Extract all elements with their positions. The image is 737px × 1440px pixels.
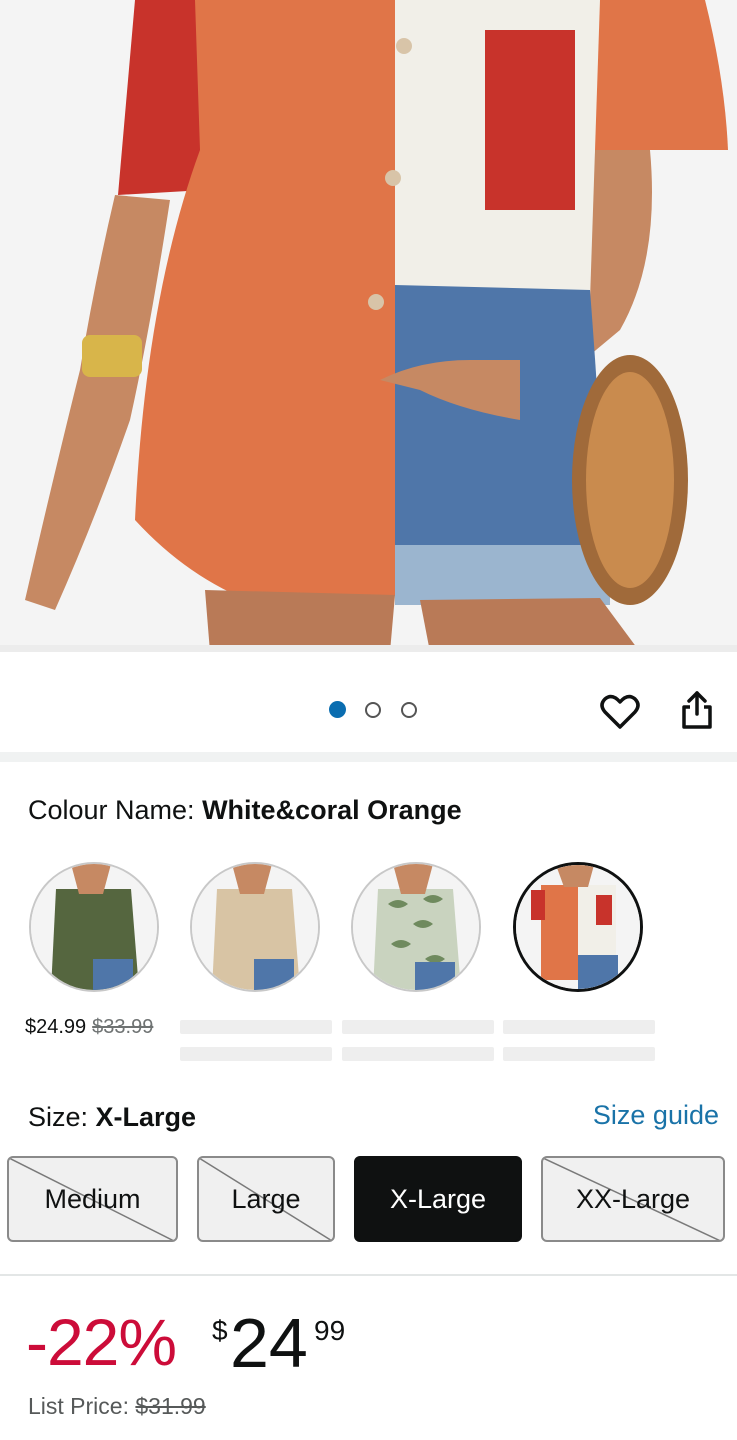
size-guide-link[interactable]: Size guide <box>593 1100 719 1131</box>
colour-swatch-green-leaf[interactable] <box>351 862 481 992</box>
size-option-label: X-Large <box>389 1183 487 1214</box>
size-option-medium[interactable]: Medium <box>7 1156 178 1242</box>
swatch-current-price: $24.99 <box>25 1016 87 1038</box>
colour-label-prefix: Colour Name: <box>28 795 203 825</box>
colour-name-label: Colour Name: White&coral Orange <box>28 795 462 826</box>
size-label: Size: X-Large <box>28 1102 196 1133</box>
size-option-label: Medium <box>44 1183 141 1214</box>
pager-dot-2[interactable] <box>365 702 381 718</box>
colour-swatch-khaki[interactable] <box>190 862 320 992</box>
colour-swatch-white-coral-orange[interactable] <box>513 862 643 992</box>
loading-placeholder <box>180 1020 332 1034</box>
pager-dot-1[interactable] <box>329 701 346 718</box>
heart-icon[interactable] <box>596 688 644 736</box>
loading-placeholder <box>342 1047 494 1061</box>
swatch-price-army-green: $24.99 $33.99 <box>25 1016 153 1039</box>
pager-dot-3[interactable] <box>401 702 417 718</box>
section-divider <box>0 1274 737 1276</box>
size-label-value: X-Large <box>95 1102 197 1132</box>
price-currency: $ <box>212 1315 228 1346</box>
loading-placeholder <box>503 1020 655 1034</box>
colour-label-value: White&coral Orange <box>202 795 462 825</box>
loading-placeholder <box>180 1047 332 1061</box>
swatch-list-price: $33.99 <box>92 1016 154 1038</box>
price-whole: 24 <box>230 1304 308 1382</box>
section-divider <box>0 752 737 762</box>
share-icon[interactable] <box>673 686 721 734</box>
size-option-large[interactable]: Large <box>197 1156 335 1242</box>
loading-placeholder <box>503 1047 655 1061</box>
discount-percentage: -22% <box>26 1305 177 1379</box>
list-price-label: List Price: <box>28 1393 136 1419</box>
size-option-xx-large[interactable]: XX-Large <box>541 1156 725 1242</box>
size-option-label: Large <box>231 1183 301 1214</box>
size-label-prefix: Size: <box>28 1102 96 1132</box>
list-price: List Price: $31.99 <box>28 1393 206 1420</box>
colour-swatch-army-green[interactable] <box>29 862 159 992</box>
product-image[interactable] <box>0 0 737 652</box>
loading-placeholder <box>342 1020 494 1034</box>
size-option-label: XX-Large <box>575 1183 691 1214</box>
list-price-value: $31.99 <box>135 1393 206 1419</box>
size-option-x-large[interactable]: X-Large <box>354 1156 522 1242</box>
price-fraction: 99 <box>314 1315 346 1346</box>
